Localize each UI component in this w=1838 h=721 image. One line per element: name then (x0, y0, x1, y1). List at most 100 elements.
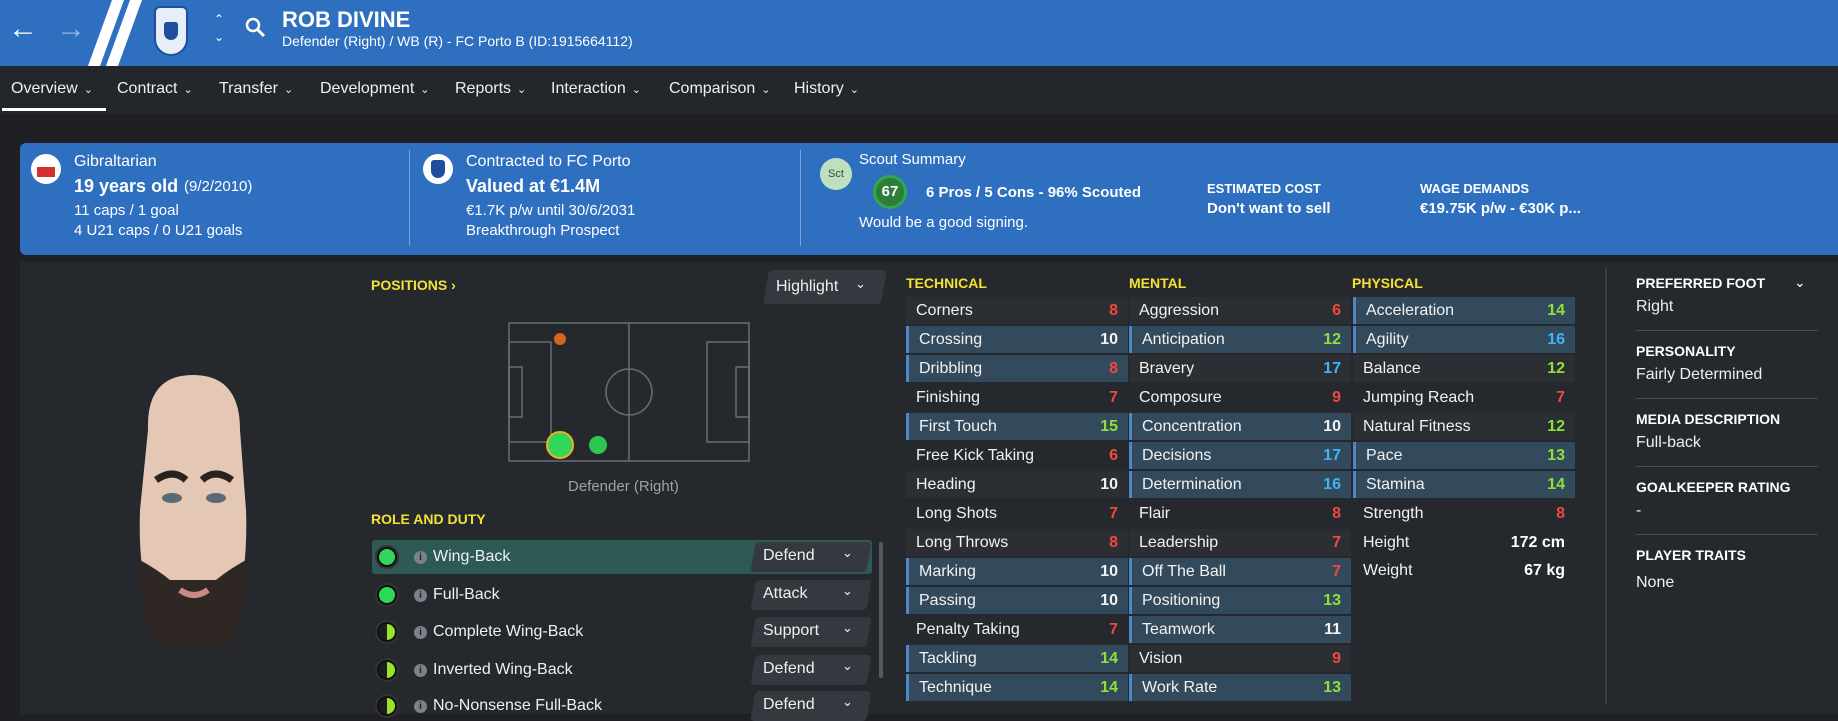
attribute-row[interactable]: Crossing 10 (906, 326, 1128, 353)
attribute-row[interactable]: Teamwork 11 (1129, 616, 1351, 643)
attribute-row[interactable]: Determination 16 (1129, 471, 1351, 498)
info-icon[interactable]: i (414, 589, 427, 602)
attribute-row[interactable]: Agility 16 (1353, 326, 1575, 353)
attribute-value: 16 (1323, 476, 1341, 493)
attribute-row[interactable]: Long Shots 7 (906, 500, 1128, 527)
tab-interaction[interactable]: Interaction ⌄ (551, 80, 641, 98)
attribute-row[interactable]: Long Throws 8 (906, 529, 1128, 556)
attribute-row[interactable]: Positioning 13 (1129, 587, 1351, 614)
chevron-down-icon: ⌄ (842, 583, 853, 598)
back-arrow-icon[interactable]: ← (8, 14, 38, 44)
attribute-row[interactable]: Work Rate 13 (1129, 674, 1351, 701)
attribute-row[interactable]: Stamina 14 (1353, 471, 1575, 498)
attribute-name: Positioning (1142, 592, 1221, 609)
attribute-value: 8 (1109, 360, 1118, 377)
info-icon[interactable]: i (414, 626, 427, 639)
scout-title[interactable]: Scout Summary (859, 151, 966, 168)
attribute-row[interactable]: Technique 14 (906, 674, 1128, 701)
search-icon[interactable] (244, 16, 268, 40)
attribute-value: 7 (1109, 505, 1118, 522)
attribute-name: Off The Ball (1142, 563, 1226, 580)
role-suitability-icon (375, 583, 399, 607)
tab-development[interactable]: Development ⌄ (320, 80, 430, 98)
attribute-row[interactable]: Composure 9 (1129, 384, 1351, 411)
chevron-up-down-icon[interactable]: ⌃ ⌄ (214, 10, 224, 46)
attribute-row[interactable]: Penalty Taking 7 (906, 616, 1128, 643)
attribute-row[interactable]: Tackling 14 (906, 645, 1128, 672)
attribute-row[interactable]: Heading 10 (906, 471, 1128, 498)
divider (1636, 330, 1818, 331)
attribute-value: 10 (1100, 592, 1118, 609)
attribute-value: 6 (1109, 447, 1118, 464)
role-name[interactable]: Full-Back (433, 586, 500, 604)
attribute-value: 13 (1547, 447, 1565, 464)
roles-scrollbar[interactable] (879, 542, 883, 678)
height-row: Height 172 cm (1363, 534, 1565, 551)
tab-reports[interactable]: Reports ⌄ (455, 80, 526, 98)
attribute-row[interactable]: Bravery 17 (1129, 355, 1351, 382)
contract-club[interactable]: Contracted to FC Porto (466, 153, 631, 171)
attribute-row[interactable]: Concentration 10 (1129, 413, 1351, 440)
position-label: Defender (Right) (568, 478, 679, 495)
attribute-row[interactable]: Leadership 7 (1129, 529, 1351, 556)
attribute-row[interactable]: Free Kick Taking 6 (906, 442, 1128, 469)
player-name: ROB DIVINE (282, 7, 411, 32)
info-icon[interactable]: i (414, 551, 427, 564)
attribute-value: 10 (1100, 331, 1118, 348)
attribute-row[interactable]: Jumping Reach 7 (1353, 384, 1575, 411)
attribute-row[interactable]: Finishing 7 (906, 384, 1128, 411)
attribute-value: 8 (1109, 302, 1118, 319)
physical-title: PHYSICAL (1352, 275, 1423, 291)
tab-comparison[interactable]: Comparison ⌄ (669, 80, 770, 98)
attribute-row[interactable]: Balance 12 (1353, 355, 1575, 382)
role-name[interactable]: Complete Wing-Back (433, 623, 583, 641)
attribute-row[interactable]: Acceleration 14 (1353, 297, 1575, 324)
info-icon[interactable]: i (414, 700, 427, 713)
role-suitability-icon (375, 545, 399, 569)
attribute-row[interactable]: Marking 10 (906, 558, 1128, 585)
role-name[interactable]: Inverted Wing-Back (433, 661, 573, 679)
attribute-row[interactable]: Natural Fitness 12 (1353, 413, 1575, 440)
attribute-row[interactable]: Passing 10 (906, 587, 1128, 614)
scout-note: Would be a good signing. (859, 214, 1029, 231)
attribute-row[interactable]: Off The Ball 7 (1129, 558, 1351, 585)
positions-title[interactable]: POSITIONS › (371, 277, 456, 293)
attribute-value: 14 (1547, 476, 1565, 493)
attribute-name: Balance (1363, 360, 1421, 377)
role-name[interactable]: Wing-Back (433, 548, 510, 566)
forward-arrow-icon[interactable]: → (56, 14, 86, 44)
attribute-value: 7 (1109, 621, 1118, 638)
attribute-name: Strength (1363, 505, 1424, 522)
tab-contract[interactable]: Contract ⌄ (117, 80, 193, 98)
info-icon[interactable]: i (414, 664, 427, 677)
attribute-row[interactable]: Strength 8 (1353, 500, 1575, 527)
scout-rating: 67 (873, 175, 907, 209)
attribute-row[interactable]: Dribbling 8 (906, 355, 1128, 382)
attribute-row[interactable]: Corners 8 (906, 297, 1128, 324)
attribute-value: 14 (1547, 302, 1565, 319)
tab-history[interactable]: History ⌄ (794, 80, 859, 98)
player-traits: None (1636, 574, 1675, 591)
chevron-down-icon[interactable]: ⌄ (1794, 274, 1806, 291)
attribute-row[interactable]: Anticipation 12 (1129, 326, 1351, 353)
tab-transfer[interactable]: Transfer ⌄ (219, 80, 293, 98)
scout-badge[interactable]: Sct (820, 158, 852, 190)
attribute-row[interactable]: Flair 8 (1129, 500, 1351, 527)
attribute-name: Natural Fitness (1363, 418, 1471, 435)
attribute-row[interactable]: First Touch 15 (906, 413, 1128, 440)
attribute-value: 6 (1332, 302, 1341, 319)
natural-position-marker (546, 431, 574, 459)
role-suitability-icon (375, 658, 399, 682)
attribute-name: Teamwork (1142, 621, 1215, 638)
tab-overview[interactable]: Overview ⌄ (11, 80, 93, 98)
attribute-row[interactable]: Pace 13 (1353, 442, 1575, 469)
attribute-name: Crossing (919, 331, 983, 348)
attribute-row[interactable]: Aggression 6 (1129, 297, 1351, 324)
attribute-value: 7 (1332, 563, 1341, 580)
role-name[interactable]: No-Nonsense Full-Back (433, 697, 602, 715)
attribute-row[interactable]: Decisions 17 (1129, 442, 1351, 469)
media-description-label: MEDIA DESCRIPTION (1636, 411, 1781, 427)
media-description: Full-back (1636, 434, 1701, 451)
wage-demands-label: WAGE DEMANDS (1420, 181, 1530, 196)
attribute-row[interactable]: Vision 9 (1129, 645, 1351, 672)
